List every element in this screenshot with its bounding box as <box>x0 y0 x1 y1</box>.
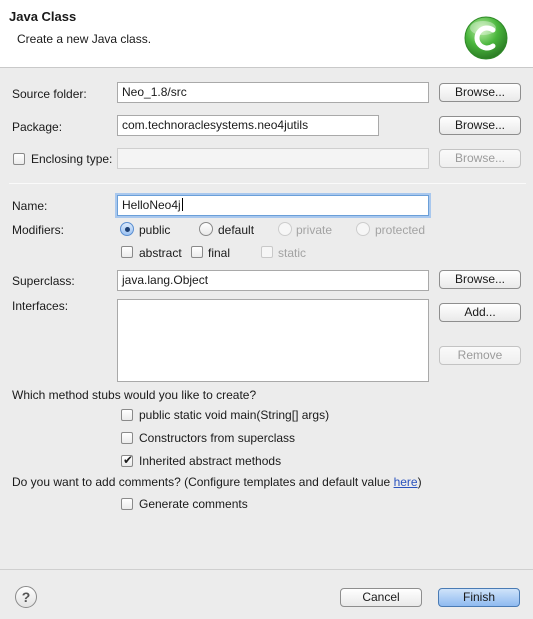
stub-constructors-checkbox[interactable] <box>121 432 133 444</box>
enclosing-type-checkbox[interactable] <box>13 153 25 165</box>
stub-main-checkbox[interactable] <box>121 409 133 421</box>
modifier-final-checkbox[interactable] <box>191 246 203 258</box>
help-icon[interactable]: ? <box>15 586 37 608</box>
java-class-logo-icon <box>464 16 508 60</box>
modifier-default-label: default <box>218 223 255 237</box>
superclass-browse-button[interactable]: Browse... <box>439 270 521 289</box>
enclosing-type-label: Enclosing type: <box>31 152 113 166</box>
modifier-static-label: static <box>278 246 307 260</box>
modifier-static-checkbox[interactable] <box>261 246 273 258</box>
source-folder-input[interactable]: Neo_1.8/src <box>117 82 429 103</box>
interfaces-label: Interfaces: <box>12 299 69 313</box>
enclosing-type-browse-button[interactable]: Browse... <box>439 149 521 168</box>
source-folder-label: Source folder: <box>12 87 87 101</box>
modifier-protected-radio[interactable] <box>356 222 370 236</box>
modifiers-label: Modifiers: <box>12 223 65 237</box>
comments-question: Do you want to add comments? (Configure … <box>12 475 422 489</box>
wizard-title: Java Class <box>9 9 77 24</box>
modifier-abstract-label: abstract <box>139 246 182 260</box>
footer-divider <box>0 569 533 570</box>
comments-question-text: Do you want to add comments? (Configure … <box>12 475 394 489</box>
radio-selected-dot <box>125 227 130 232</box>
checkmark-icon: ✔ <box>123 453 134 467</box>
modifier-public-label: public <box>139 223 171 237</box>
name-value: HelloNeo4j <box>122 198 181 212</box>
text-caret <box>181 198 183 211</box>
modifier-protected-label: protected <box>375 223 426 237</box>
superclass-input[interactable]: java.lang.Object <box>117 270 429 291</box>
configure-templates-link[interactable]: here <box>394 475 418 489</box>
package-input[interactable]: com.technoraclesystems.neo4jutils <box>117 115 379 136</box>
stub-main-label: public static void main(String[] args) <box>139 408 330 422</box>
method-stubs-question: Which method stubs would you like to cre… <box>12 388 257 402</box>
source-folder-browse-button[interactable]: Browse... <box>439 83 521 102</box>
section-divider <box>9 183 526 184</box>
modifier-default-radio[interactable] <box>199 222 213 236</box>
interfaces-list[interactable] <box>117 299 429 382</box>
modifier-private-radio[interactable] <box>278 222 292 236</box>
stub-constructors-label: Constructors from superclass <box>139 431 296 445</box>
interfaces-add-button[interactable]: Add... <box>439 303 521 322</box>
generate-comments-checkbox[interactable] <box>121 498 133 510</box>
wizard-description: Create a new Java class. <box>17 32 152 46</box>
modifier-final-label: final <box>208 246 231 260</box>
finish-button[interactable]: Finish <box>438 588 520 607</box>
name-label: Name: <box>12 199 48 213</box>
stub-inherited-abstract-checkbox[interactable]: ✔ <box>121 453 134 467</box>
comments-question-suffix: ) <box>417 475 422 489</box>
enclosing-type-input[interactable] <box>117 148 429 169</box>
package-label: Package: <box>12 120 63 134</box>
modifier-abstract-checkbox[interactable] <box>121 246 133 258</box>
superclass-label: Superclass: <box>12 274 75 288</box>
cancel-button[interactable]: Cancel <box>340 588 422 607</box>
package-browse-button[interactable]: Browse... <box>439 116 521 135</box>
modifier-public-radio[interactable] <box>120 222 134 236</box>
stub-inherited-abstract-label: Inherited abstract methods <box>139 454 282 468</box>
wizard-header: Java Class Create a new Java class. <box>0 0 533 68</box>
interfaces-remove-button[interactable]: Remove <box>439 346 521 365</box>
modifier-private-label: private <box>296 223 333 237</box>
generate-comments-label: Generate comments <box>139 497 248 511</box>
name-input[interactable]: HelloNeo4j <box>117 195 429 216</box>
